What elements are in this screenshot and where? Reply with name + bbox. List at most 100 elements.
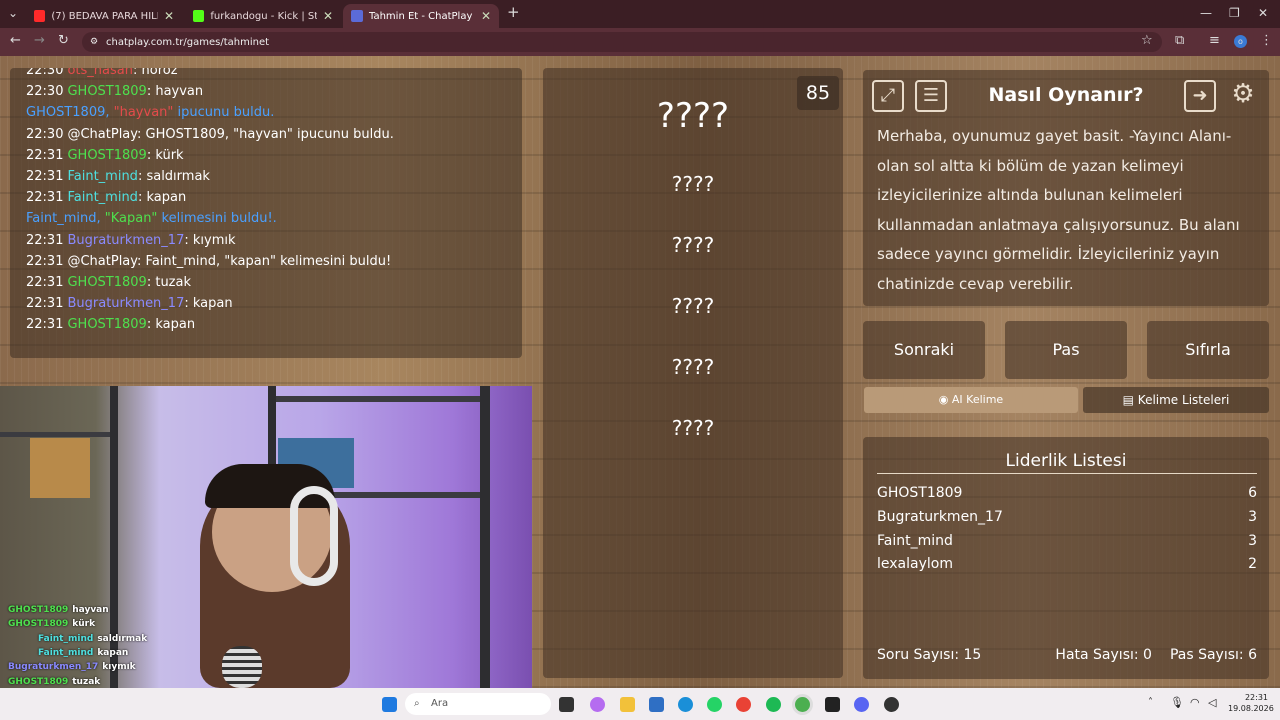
media-icon[interactable]: ≡ bbox=[1209, 33, 1220, 48]
chat-user: GHOST1809 bbox=[67, 147, 147, 163]
webcam-feed: GHOST1809 hayvan GHOST1809 kürk Faint_mind sa… bbox=[0, 386, 532, 688]
copilot-icon[interactable] bbox=[590, 697, 605, 712]
minimize-icon[interactable]: — bbox=[1200, 6, 1212, 20]
chatplay-icon bbox=[351, 10, 363, 22]
shelf-post bbox=[480, 386, 490, 688]
chat-time: 22:31 bbox=[26, 317, 64, 333]
chat-time: 22:31 bbox=[26, 296, 64, 312]
chat-text: horoz bbox=[141, 68, 178, 78]
windows-taskbar: ⌕ Ara ˄ 🎙 ◠ ◁ 22:31 19.08.2026 bbox=[0, 688, 1280, 720]
menu-icon[interactable]: ⋮ bbox=[1260, 33, 1273, 48]
tab-chatplay[interactable]: Tahmin Et - ChatPlay ✕ bbox=[343, 4, 499, 28]
windows-start-icon[interactable] bbox=[382, 697, 397, 712]
hidden-word: ???? bbox=[671, 416, 715, 440]
shelf-board bbox=[276, 396, 480, 402]
player-name: GHOST1809 bbox=[877, 485, 963, 501]
chat-time: 22:31 bbox=[26, 190, 64, 206]
store-icon[interactable] bbox=[649, 697, 664, 712]
overlay-chat-user: GHOST1809 bbox=[8, 605, 69, 615]
leaderboard-title: Liderlik Listesi bbox=[1005, 451, 1127, 471]
reset-button[interactable]: Sıfırla bbox=[1147, 321, 1269, 379]
microphone-tray-icon[interactable]: 🎙 bbox=[1170, 696, 1184, 709]
tray-chevron-icon[interactable]: ˄ bbox=[1148, 697, 1153, 708]
chat-message: Faint_mind, "Kapan" kelimesini buldu!. bbox=[26, 211, 277, 226]
overlay-chat-user: GHOST1809 bbox=[8, 619, 69, 630]
whatsapp-icon[interactable] bbox=[707, 697, 722, 712]
overlay-chat-line: GHOST1809 kürk bbox=[8, 619, 95, 629]
close-window-icon[interactable]: ✕ bbox=[1258, 6, 1268, 20]
chat-text: saldırmak bbox=[146, 169, 210, 184]
edge-icon[interactable] bbox=[678, 697, 693, 712]
logout-icon[interactable]: ➜ bbox=[1184, 80, 1216, 112]
taskbar-search[interactable]: ⌕ Ara bbox=[405, 693, 551, 715]
word-panel: ???? ???? ???? ???? ???? ???? bbox=[543, 68, 843, 678]
chrome-active-icon[interactable] bbox=[795, 697, 810, 712]
spotify-icon[interactable] bbox=[766, 697, 781, 712]
site-info-icon[interactable]: ⚙ bbox=[90, 37, 98, 47]
hidden-word: ???? bbox=[671, 355, 715, 379]
close-tab-icon[interactable]: ✕ bbox=[323, 9, 333, 23]
word-lists-label: Kelime Listeleri bbox=[1137, 393, 1230, 407]
url-field[interactable]: ⚙ chatplay.com.tr/games/tahminet bbox=[82, 32, 1162, 52]
leaderboard-row: GHOST1809 6 bbox=[877, 485, 1257, 501]
chat-time: 22:31 bbox=[26, 232, 64, 248]
overlay-chat-user: Faint_mind bbox=[38, 633, 94, 644]
chat-text: kapan bbox=[155, 317, 196, 333]
chat-separator: : bbox=[132, 68, 142, 78]
forward-icon[interactable]: → bbox=[34, 33, 45, 48]
profile-avatar[interactable]: o bbox=[1234, 35, 1247, 48]
task-view-icon[interactable] bbox=[559, 697, 574, 712]
chat-separator: : bbox=[137, 253, 146, 269]
player-name: lexalaylom bbox=[877, 556, 953, 572]
chat-text: Faint_mind, "kapan" kelimesini buldu! bbox=[145, 253, 392, 269]
player-score: 3 bbox=[1248, 533, 1257, 549]
terminal-icon[interactable] bbox=[825, 697, 840, 712]
back-icon[interactable]: ← bbox=[10, 33, 21, 48]
search-icon: ⌕ bbox=[414, 698, 420, 709]
chat-message: 22:31 Faint_mind: kapan bbox=[26, 190, 186, 205]
settings-gear-icon[interactable]: ⚙ bbox=[1227, 80, 1259, 112]
overlay-chat-text: kürk bbox=[72, 619, 96, 630]
tab-youtube[interactable]: (7) BEDAVA PARA HİLESİ BULUP ✕ bbox=[26, 4, 182, 28]
new-tab-button[interactable]: + bbox=[507, 3, 520, 21]
volume-icon[interactable]: ◁ bbox=[1208, 696, 1216, 709]
discord-icon[interactable] bbox=[854, 697, 869, 712]
chat-user: ots_hasan bbox=[67, 68, 133, 78]
player-score: 3 bbox=[1248, 509, 1257, 525]
chat-text: hayvan bbox=[155, 84, 204, 100]
reload-icon[interactable]: ↻ bbox=[58, 33, 69, 48]
chat-text: ipucunu buldu. bbox=[173, 105, 275, 121]
close-tab-icon[interactable]: ✕ bbox=[481, 9, 491, 23]
tab-kick[interactable]: furkandogu - Kick | StreamerSta ✕ bbox=[185, 4, 341, 28]
taskbar-clock[interactable]: 22:31 19.08.2026 bbox=[1228, 692, 1274, 714]
ai-word-button[interactable]: ◉ AI Kelime bbox=[864, 387, 1078, 413]
wifi-icon[interactable]: ◠ bbox=[1190, 696, 1200, 709]
player-name: Faint_mind bbox=[877, 533, 953, 549]
obs-icon[interactable] bbox=[884, 697, 899, 712]
tab-title: Tahmin Et - ChatPlay bbox=[369, 10, 473, 22]
extensions-icon[interactable]: ⧉ bbox=[1175, 33, 1184, 48]
chat-message: 22:31 GHOST1809: kürk bbox=[26, 148, 184, 163]
overlay-chat-line: Faint_mind saldırmak bbox=[38, 634, 147, 644]
close-tab-icon[interactable]: ✕ bbox=[164, 9, 174, 23]
file-explorer-icon[interactable] bbox=[620, 697, 635, 712]
browser-tab-bar: ⌄ (7) BEDAVA PARA HİLESİ BULUP ✕ furkand… bbox=[0, 0, 1280, 28]
next-button[interactable]: Sonraki bbox=[863, 321, 985, 379]
chrome-icon[interactable] bbox=[736, 697, 751, 712]
microphone bbox=[222, 646, 262, 688]
overlay-chat-user: Bugraturkmen_17 bbox=[8, 662, 99, 673]
headphones bbox=[290, 486, 338, 586]
leaderboard-row: lexalaylom 2 bbox=[877, 556, 1257, 572]
pass-button[interactable]: Pas bbox=[1005, 321, 1127, 379]
bookmark-star-icon[interactable]: ☆ bbox=[1141, 33, 1153, 48]
chat-user: GHOST1809 bbox=[67, 317, 147, 333]
chat-text: kürk bbox=[155, 147, 184, 163]
chat-time: 22:30 bbox=[26, 126, 64, 142]
clock-date: 19.08.2026 bbox=[1228, 704, 1274, 713]
chat-text: kelimesini buldu!. bbox=[157, 211, 277, 227]
tab-search-icon[interactable]: ⌄ bbox=[8, 6, 18, 20]
word-lists-button[interactable]: ▤ Kelime Listeleri bbox=[1083, 387, 1269, 413]
restore-icon[interactable]: ❐ bbox=[1229, 6, 1240, 20]
chat-text: GHOST1809, "hayvan" ipucunu buldu. bbox=[145, 126, 394, 142]
overlay-chat-line: GHOST1809 hayvan bbox=[8, 605, 109, 615]
